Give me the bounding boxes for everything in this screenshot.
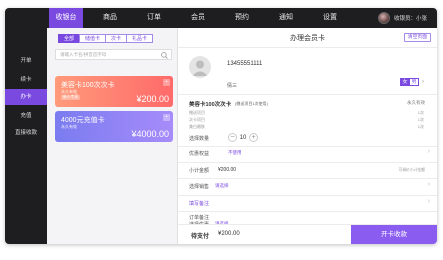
user-icon [192, 60, 208, 76]
pay-amount: ¥200.00 [218, 231, 240, 237]
sidebar-item-open-order[interactable]: 开单 [5, 53, 47, 69]
sidebar: 开单 续卡 办卡 充值 直接收款 [5, 28, 47, 244]
card-badge: 新人专享 [61, 95, 81, 100]
card-validity: 永久有效 [61, 124, 77, 129]
pay-label: 待支付 [191, 234, 210, 240]
product-item-label: 赠送项目 [189, 110, 205, 115]
divider [178, 162, 437, 163]
divider [178, 211, 437, 212]
card-price: ¥200.00 [136, 94, 169, 104]
card-price: ¥4000.00 [131, 129, 169, 139]
product-item-value: 1次 [417, 124, 424, 129]
tab-stored-value[interactable]: 储值卡 [79, 34, 107, 43]
divider [178, 47, 437, 48]
divider [178, 146, 437, 147]
tab-count-card[interactable]: 次卡 [105, 34, 128, 43]
product-name: 美容卡100次次卡 [189, 102, 232, 108]
product-validity: 永久有效 [407, 100, 425, 105]
nav-settings[interactable]: 设置 [313, 8, 347, 28]
user-menu[interactable]: 收银员：小张 [377, 11, 427, 25]
divider [178, 178, 437, 179]
nav-cashier[interactable]: 收银台 [49, 8, 83, 28]
plus-icon[interactable]: + [249, 133, 258, 142]
search-icon[interactable] [160, 51, 169, 60]
nav-appointments[interactable]: 预约 [225, 8, 259, 28]
salesperson-label: 选择销售 [189, 184, 210, 190]
nav-products[interactable]: 商品 [93, 8, 127, 28]
chevron-right-icon[interactable]: › [419, 78, 427, 86]
card-select-icon: ▪ [163, 114, 170, 121]
clear-page-button[interactable]: 清空页面 [403, 33, 431, 42]
chevron-right-icon[interactable]: › [428, 181, 430, 188]
avatar [377, 12, 390, 24]
subtotal-label: 小计金额 [189, 168, 210, 174]
checkout-button[interactable]: 开卡收款 [351, 225, 437, 244]
quantity-value: 10 [239, 134, 247, 141]
tab-gift-card[interactable]: 礼品卡 [126, 34, 154, 43]
divider [178, 94, 437, 95]
member-name: 倩三 [227, 83, 238, 89]
product-tag: (赠送项目1次使用) [235, 101, 268, 106]
subtotal-hint: 可调价小计金额 [398, 168, 425, 172]
card-search-input[interactable]: 请输入卡名/拼音首字母 [55, 49, 172, 60]
top-nav: 收银台 商品 订单 会员 预约 通知 设置 收银员：小张 [5, 8, 437, 28]
chevron-right-icon[interactable]: › [428, 198, 430, 205]
tab-all[interactable]: 全部 [58, 34, 81, 43]
checkout-bar: 待支付 ¥200.00 开卡收款 [178, 224, 437, 244]
gender-male-option[interactable]: 男 [409, 78, 419, 86]
page-title: 办理会员卡 [290, 35, 325, 42]
order-remark-label: 订单备注 [189, 215, 210, 221]
card-type-tabs: 全部 储值卡 次卡 礼品卡 [58, 34, 154, 43]
card-item[interactable]: 美容卡100次次卡 永久有效 新人专享 ▪ ¥200.00 [55, 76, 173, 107]
member-phone: 13455551111 [227, 61, 263, 67]
card-item[interactable]: 4000元充值卡 永久有效 ▪ ¥4000.00 [55, 111, 173, 142]
sidebar-item-recharge[interactable]: 充值 [5, 108, 47, 124]
card-panel: 全部 储值卡 次卡 礼品卡 请输入卡名/拼音首字母 美容卡100次次卡 永久有效… [47, 28, 177, 244]
sidebar-item-direct-payment[interactable]: 直接收款 [5, 125, 47, 141]
sidebar-item-new-card[interactable]: 办卡 [5, 89, 47, 105]
discount-value[interactable]: 不使用 [228, 150, 242, 156]
user-label: 收银员：小张 [393, 16, 427, 22]
member-avatar[interactable] [189, 56, 211, 78]
minus-icon[interactable]: − [228, 133, 237, 142]
chevron-right-icon[interactable]: › [428, 148, 430, 155]
sidebar-item-renew-card[interactable]: 续卡 [5, 72, 47, 88]
card-select-icon: ▪ [163, 79, 170, 86]
nav-orders[interactable]: 订单 [137, 8, 171, 28]
product-item-label: 次卡项目 [189, 117, 205, 122]
quantity-stepper: − 10 + [228, 133, 258, 142]
remark-label[interactable]: 填写备注 [189, 200, 209, 207]
nav-notifications[interactable]: 通知 [269, 8, 303, 28]
salesperson-value[interactable]: 请选择 [215, 183, 229, 189]
product-item-label: 美白嫩肤 [189, 124, 205, 129]
search-placeholder: 请输入卡名/拼音首字母 [60, 52, 107, 57]
gender-toggle: 女 男 › [400, 78, 427, 86]
subtotal-value: ¥200.00 [218, 167, 237, 173]
app-window: 收银台 商品 订单 会员 预约 通知 设置 收银员：小张 开单 续卡 办卡 充值… [5, 8, 437, 244]
nav-members[interactable]: 会员 [181, 8, 215, 28]
quantity-label: 选择数量 [189, 136, 210, 142]
discount-label: 优惠权益 [189, 151, 210, 157]
divider [178, 195, 437, 196]
order-panel: 办理会员卡 清空页面 13455551111 倩三 女 男 › 美容卡100次次… [178, 28, 437, 244]
product-item-value: 1次 [417, 117, 424, 122]
product-item-value: 1次 [417, 110, 424, 115]
